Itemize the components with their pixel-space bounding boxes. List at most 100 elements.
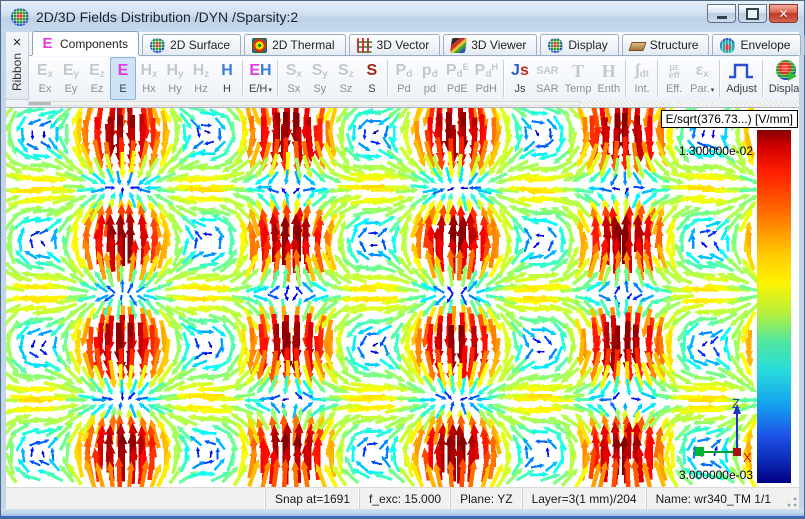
hx-button[interactable]: Hx Hx (136, 57, 162, 100)
vector-field-plot[interactable] (6, 108, 799, 487)
field-arrow (366, 118, 381, 124)
adjust-button[interactable]: Adjust (723, 57, 760, 100)
pd-small-button[interactable]: p d pd (417, 57, 443, 100)
field-arrow (350, 335, 357, 353)
eff-label: Eff. (665, 83, 683, 95)
h-button[interactable]: HH (214, 57, 240, 100)
field-arrow (695, 216, 715, 223)
ey-label: Ey (64, 83, 78, 95)
toolbar-separator (761, 60, 764, 97)
tab-structure[interactable]: Structure (621, 34, 710, 55)
field-arrow (631, 397, 642, 402)
sz-label: Sz (339, 83, 353, 95)
field-arrow (347, 246, 360, 264)
field-arrow (48, 458, 61, 472)
toolbar-separator (657, 60, 660, 97)
tab-3d-viewer[interactable]: 3D Viewer (443, 34, 538, 55)
field-arrow (362, 445, 367, 457)
toolbar-group: ∫ dt Int. (629, 57, 655, 100)
field-arrow (368, 231, 379, 236)
field-arrow (534, 129, 539, 137)
eff-button[interactable]: με eff Eff. (661, 57, 687, 100)
tab-display[interactable]: Display (540, 34, 619, 55)
sz-button[interactable]: Sz Sz (333, 57, 359, 100)
dropdown-arrow-icon: ▾ (268, 87, 272, 94)
field-arrow (460, 286, 468, 295)
par-button[interactable]: ε x Par.▾ (687, 57, 717, 100)
field-arrow (135, 396, 148, 402)
sx-button[interactable]: Sx Sx (281, 57, 307, 100)
ey-button[interactable]: Ey Ey (58, 57, 84, 100)
field-arrow (532, 337, 542, 343)
field-arrow (356, 250, 370, 261)
display-button[interactable]: Display (766, 57, 799, 100)
sx-label: Sx (287, 83, 301, 95)
toolbar-scrollbar-thumb[interactable] (29, 102, 51, 105)
field-arrow (534, 439, 548, 444)
toolbar-group: E H E/H▾ (246, 57, 275, 100)
components-tab-icon: E (42, 35, 53, 52)
close-button[interactable] (769, 4, 798, 23)
field-arrow (599, 187, 612, 193)
field-arrow (525, 348, 534, 361)
s-button[interactable]: SS (359, 57, 385, 100)
hz-button[interactable]: Hz Hz (188, 57, 214, 100)
tab-envelope[interactable]: Envelope (712, 34, 802, 55)
e-button[interactable]: EE (110, 57, 136, 100)
hy-button[interactable]: Hy Hy (162, 57, 188, 100)
field-canvas[interactable]: E/sqrt(376.73...) [V/mm] 1.300000e-02 3.… (6, 107, 799, 487)
pd-button[interactable]: Pd Pd (391, 57, 417, 100)
eh-glyph-icon: EH (249, 62, 272, 79)
tab-components[interactable]: E Components (32, 31, 140, 55)
temp-button[interactable]: T Temp (562, 57, 595, 100)
resize-grip[interactable] (782, 488, 799, 509)
field-arrow (357, 142, 371, 152)
field-arrow (369, 243, 378, 248)
int-button[interactable]: ∫ dt Int. (629, 57, 655, 100)
pdh-label: PdH (475, 83, 497, 95)
sy-button[interactable]: Sy Sy (307, 57, 333, 100)
ribbon-close-icon[interactable]: ✕ (9, 34, 26, 51)
minimize-button[interactable] (707, 4, 736, 23)
ex-button[interactable]: Ex Ex (32, 57, 58, 100)
field-arrow (693, 375, 717, 382)
dropdown-arrow-icon: ▾ (710, 87, 715, 94)
field-arrow (700, 241, 708, 248)
field-arrow (215, 447, 220, 460)
js-button[interactable]: Js Js (507, 57, 533, 100)
field-arrow (266, 187, 280, 194)
field-arrow (547, 226, 558, 239)
field-arrow (370, 350, 379, 355)
toolbar-scrollbar[interactable] (28, 101, 580, 106)
ez-button[interactable]: Ez Ez (84, 57, 110, 100)
tab-2d-thermal[interactable]: 2D Thermal (244, 34, 346, 55)
field-arrow (370, 460, 383, 466)
field-arrow (381, 238, 387, 251)
tab-label: 3D Vector (376, 38, 430, 52)
field-arrow (203, 459, 215, 465)
eh-button[interactable]: E H E/H▾ (246, 57, 275, 100)
field-arrow (701, 340, 708, 347)
hz-glyph-icon: Hz (192, 62, 210, 80)
restore-button[interactable] (738, 4, 767, 23)
tab-3d-vector[interactable]: 3D Vector (348, 34, 441, 55)
field-arrow (543, 138, 555, 149)
field-arrow (243, 397, 264, 404)
field-arrow (377, 215, 396, 227)
tab-2d-surface[interactable]: 2D Surface (142, 34, 242, 55)
pdh-button[interactable]: Pd H PdH (472, 57, 501, 100)
field-arrow (531, 120, 546, 125)
field-arrow (535, 233, 545, 238)
field-arrow (191, 359, 208, 368)
field-arrow (39, 348, 48, 356)
field-arrow (105, 185, 116, 190)
pde-button[interactable]: Pd E PdE (443, 57, 472, 100)
enth-button[interactable]: H Enth (594, 57, 623, 100)
sar-button[interactable]: SAR SAR (533, 57, 562, 100)
h-glyph-icon: H (221, 62, 233, 79)
field-arrow (697, 349, 707, 357)
toolbar-group: Adjust (723, 57, 760, 100)
field-arrow (25, 327, 41, 335)
field-arrow (217, 128, 223, 142)
field-arrow (198, 216, 217, 223)
